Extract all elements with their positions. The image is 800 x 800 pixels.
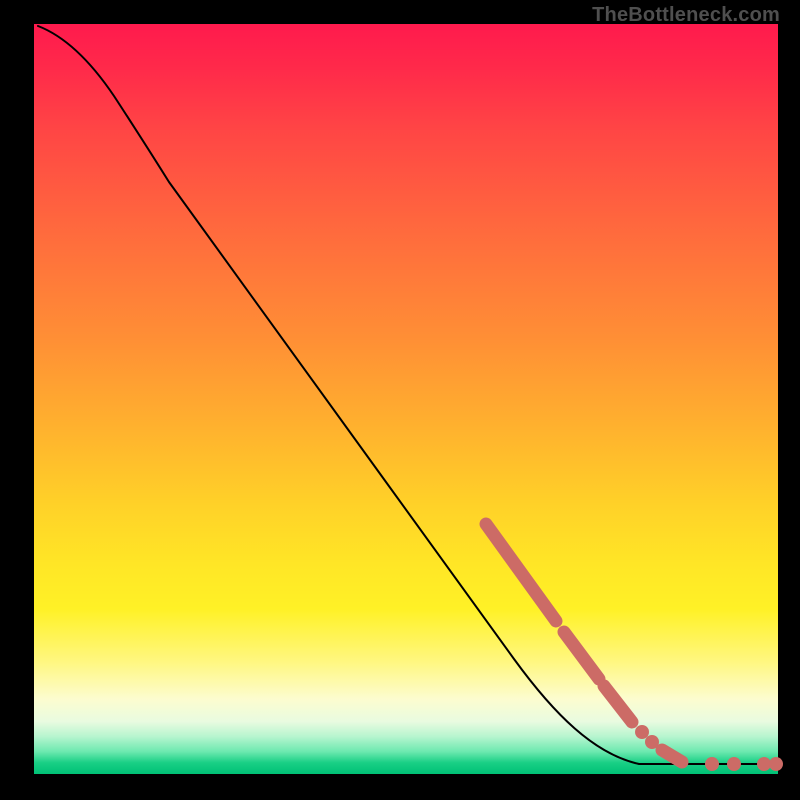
bottleneck-curve	[38, 26, 776, 764]
chart-frame: TheBottleneck.com	[0, 0, 800, 800]
marker-flat-h	[727, 757, 741, 771]
curve-svg	[34, 24, 778, 774]
marker-flat-i	[757, 757, 771, 771]
marker-flat-g	[705, 757, 719, 771]
marker-cluster-c	[604, 686, 632, 722]
marker-cluster-b	[564, 632, 599, 679]
watermark-text: TheBottleneck.com	[592, 4, 780, 27]
marker-cluster-f	[662, 750, 682, 762]
marker-cluster-a	[486, 524, 556, 621]
marker-flat-j	[769, 757, 783, 771]
marker-point-d	[635, 725, 649, 739]
plot-area	[34, 24, 778, 774]
